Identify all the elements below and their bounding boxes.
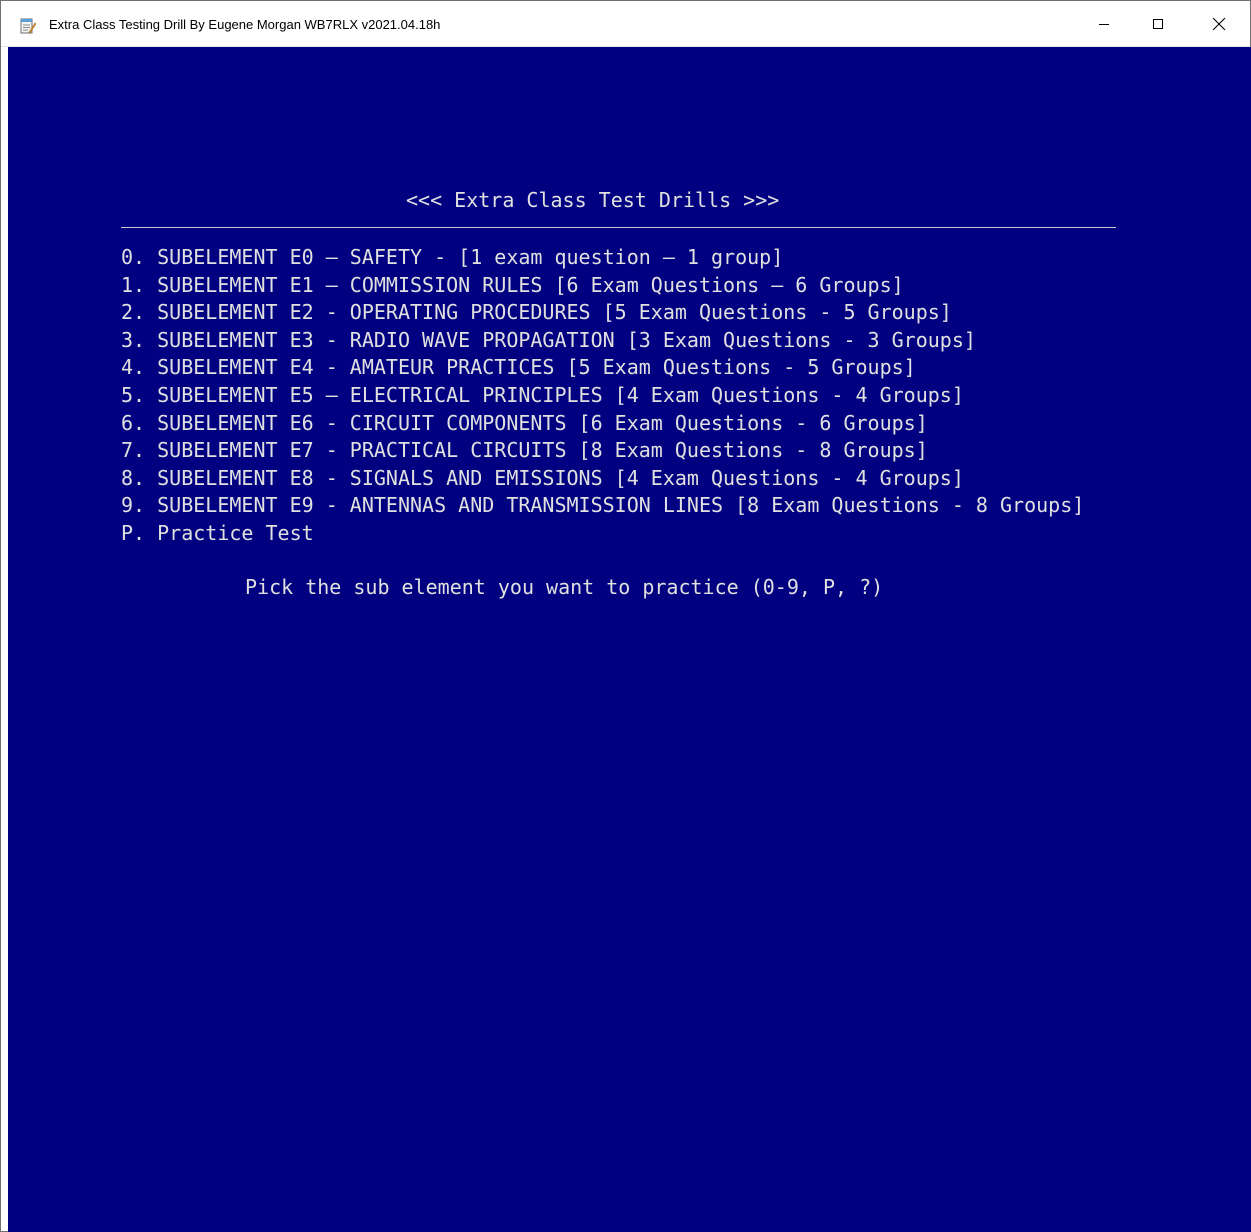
close-button[interactable] — [1196, 1, 1242, 47]
menu-item-e8: 8. SUBELEMENT E8 - SIGNALS AND EMISSIONS… — [121, 465, 964, 490]
heading-divider — [121, 227, 1116, 228]
menu-item-e2: 2. SUBELEMENT E2 - OPERATING PROCEDURES … — [121, 300, 952, 325]
menu-item-e1: 1. SUBELEMENT E1 — COMMISSION RULES [6 E… — [121, 272, 904, 297]
window-title: Extra Class Testing Drill By Eugene Morg… — [49, 17, 441, 32]
notepad-app-icon — [20, 18, 36, 34]
menu-item-e9: 9. SUBELEMENT E9 - ANTENNAS AND TRANSMIS… — [121, 493, 1085, 518]
menu-heading: <<< Extra Class Test Drills >>> — [406, 188, 780, 212]
console-window: Extra Class Testing Drill By Eugene Morg… — [0, 0, 1251, 1232]
selection-prompt: Pick the sub element you want to practic… — [245, 575, 884, 599]
menu-item-e6: 6. SUBELEMENT E6 - CIRCUIT COMPONENTS [6… — [121, 410, 928, 435]
maximize-icon — [1153, 19, 1163, 29]
maximize-button[interactable] — [1135, 1, 1181, 47]
menu-item-e3: 3. SUBELEMENT E3 - RADIO WAVE PROPAGATIO… — [121, 327, 976, 352]
menu-item-practice-test: P. Practice Test — [121, 520, 314, 545]
menu-item-e5: 5. SUBELEMENT E5 – ELECTRICAL PRINCIPLES… — [121, 382, 964, 407]
title-bar[interactable]: Extra Class Testing Drill By Eugene Morg… — [1, 1, 1250, 47]
menu-item-e7: 7. SUBELEMENT E7 - PRACTICAL CIRCUITS [8… — [121, 438, 928, 463]
console-output[interactable]: <<< Extra Class Test Drills >>> 0. SUBEL… — [8, 47, 1251, 1232]
minimize-button[interactable] — [1081, 1, 1127, 47]
subelement-menu: 0. SUBELEMENT E0 – SAFETY - [1 exam ques… — [121, 244, 1084, 548]
close-icon — [1212, 17, 1226, 31]
menu-item-e4: 4. SUBELEMENT E4 - AMATEUR PRACTICES [5 … — [121, 355, 916, 380]
menu-item-e0: 0. SUBELEMENT E0 – SAFETY - [1 exam ques… — [121, 245, 784, 269]
minimize-icon — [1099, 24, 1109, 25]
